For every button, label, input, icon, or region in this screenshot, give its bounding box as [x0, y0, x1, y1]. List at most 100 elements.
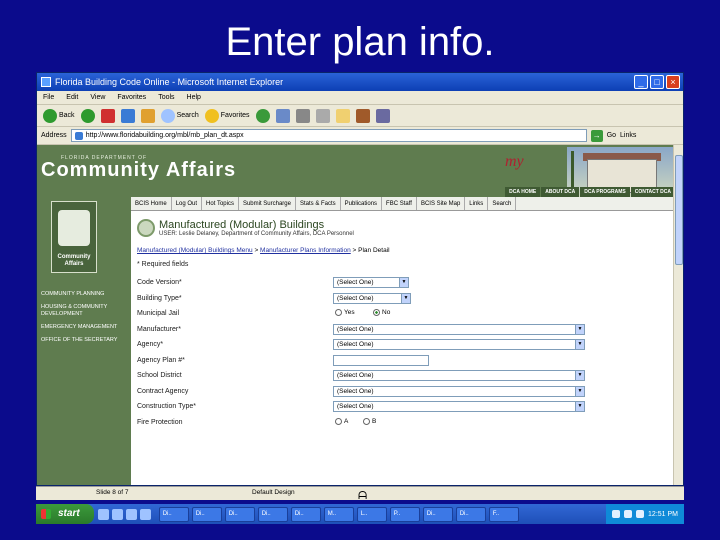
myflorida-logo[interactable]: my — [505, 153, 524, 171]
chevron-down-icon[interactable]: ▼ — [575, 340, 584, 349]
task-button[interactable]: Di.. — [290, 506, 321, 522]
fire-a-label: A — [344, 417, 349, 425]
quicklaunch-icon[interactable] — [111, 508, 123, 520]
menu-favorites[interactable]: Favorites — [117, 91, 146, 104]
agency-select[interactable]: (Select One) ▼ — [333, 339, 585, 350]
history-icon[interactable] — [255, 108, 270, 123]
nav-dca-home[interactable]: DCA HOME — [505, 187, 541, 197]
address-input[interactable]: http://www.floridabuilding.org/mbl/mb_pl… — [70, 129, 587, 142]
contract-agency-select[interactable]: (Select One) ▼ — [333, 385, 585, 397]
print-icon[interactable] — [295, 108, 310, 123]
task-button[interactable]: F.. — [488, 506, 519, 522]
tab-stats-facts[interactable]: Stats & Facts — [296, 197, 341, 210]
sidebar-item-emergency[interactable]: EMERGENCY MANAGEMENT — [41, 324, 129, 331]
fire-b-radio[interactable]: B — [363, 417, 376, 425]
minimize-button[interactable]: _ — [634, 75, 648, 89]
mail-icon[interactable] — [275, 108, 290, 123]
close-button[interactable]: × — [666, 75, 680, 89]
chevron-down-icon[interactable]: ▼ — [401, 293, 410, 303]
radio-icon[interactable] — [335, 417, 342, 425]
form-row: Fire Protection A B — [137, 417, 657, 433]
edit-icon[interactable] — [315, 108, 330, 123]
radio-icon[interactable] — [363, 417, 370, 425]
tab-bcis-home[interactable]: BCIS Home — [131, 197, 172, 210]
research-icon[interactable] — [355, 108, 370, 123]
refresh-icon[interactable] — [120, 108, 135, 123]
tab-publications[interactable]: Publications — [341, 197, 383, 210]
sidebar-item-secretary[interactable]: OFFICE OF THE SECRETARY — [41, 337, 129, 344]
chevron-down-icon[interactable]: ▼ — [575, 402, 584, 411]
page-title: Manufactured (Modular) Buildings — [159, 219, 325, 231]
task-button[interactable]: P.. — [389, 506, 420, 522]
task-button[interactable]: Di.. — [455, 506, 486, 522]
quicklaunch-icon[interactable] — [139, 508, 151, 520]
task-button[interactable]: M.. — [323, 506, 354, 522]
chevron-down-icon[interactable]: ▼ — [399, 278, 408, 287]
menu-file[interactable]: File — [43, 91, 54, 104]
jail-yes-radio[interactable]: Yes — [335, 309, 355, 316]
task-button[interactable]: Di.. — [191, 506, 222, 522]
building-type-select[interactable]: (Select One) ▼ — [333, 292, 411, 304]
task-button[interactable]: Di.. — [422, 506, 453, 522]
back-button[interactable]: Back — [43, 108, 75, 123]
code-version-select[interactable]: (Select One) ▼ — [333, 277, 409, 288]
forward-arrow-icon[interactable] — [80, 108, 95, 123]
radio-icon[interactable] — [335, 309, 342, 316]
crumb-menu-link[interactable]: Manufactured (Modular) Buildings Menu — [137, 247, 253, 254]
chevron-down-icon[interactable]: ▼ — [575, 324, 584, 334]
vertical-scrollbar[interactable] — [673, 145, 683, 485]
back-arrow-icon — [43, 108, 57, 123]
menu-help[interactable]: Help — [187, 91, 201, 104]
tab-site-map[interactable]: BCIS Site Map — [417, 197, 466, 210]
menu-tools[interactable]: Tools — [158, 91, 174, 104]
window-title: Florida Building Code Online - Microsoft… — [55, 77, 284, 87]
form-row: Construction Type* (Select One) ▼ — [137, 401, 657, 417]
tray-icon[interactable] — [636, 510, 645, 518]
task-button[interactable]: Di.. — [158, 506, 189, 522]
maximize-button[interactable]: □ — [650, 75, 664, 89]
chevron-down-icon[interactable]: ▼ — [575, 386, 584, 396]
tab-search[interactable]: Search — [488, 197, 517, 210]
tray-icon[interactable] — [612, 510, 621, 518]
messenger-icon[interactable] — [375, 108, 390, 123]
quicklaunch-icon[interactable] — [125, 508, 137, 520]
tab-fbc-staff[interactable]: FBC Staff — [382, 197, 417, 210]
tab-submit-surcharge[interactable]: Submit Surcharge — [239, 197, 296, 210]
home-icon[interactable] — [140, 108, 155, 123]
radio-checked-icon[interactable] — [373, 309, 380, 316]
nav-dca-programs[interactable]: DCA PROGRAMS — [580, 187, 630, 197]
task-button[interactable]: L.. — [356, 506, 387, 522]
go-arrow-icon[interactable]: → — [590, 129, 603, 142]
stop-icon[interactable] — [100, 108, 115, 123]
task-button[interactable]: Di.. — [224, 506, 255, 522]
nav-contact-dca[interactable]: CONTACT DCA — [630, 187, 675, 197]
chevron-down-icon[interactable]: ▼ — [575, 371, 584, 380]
fire-a-radio[interactable]: A — [335, 417, 349, 425]
construction-type-select[interactable]: (Select One) ▼ — [333, 401, 585, 412]
tab-links[interactable]: Links — [465, 197, 489, 210]
jail-no-radio[interactable]: No — [373, 309, 390, 316]
search-button[interactable]: Search — [160, 108, 199, 123]
start-button[interactable]: start — [36, 504, 94, 524]
sidebar-item-community-planning[interactable]: COMMUNITY PLANNING — [41, 291, 129, 298]
task-button[interactable]: Di.. — [257, 506, 288, 522]
links-button[interactable]: Links — [620, 132, 636, 139]
quicklaunch-icon[interactable] — [97, 508, 109, 520]
manufacturer-select[interactable]: (Select One) ▼ — [333, 323, 585, 335]
favorites-button[interactable]: Favorites — [204, 108, 250, 123]
tray-icon[interactable] — [624, 510, 633, 518]
crumb-plans-link[interactable]: Manufacturer Plans Information — [260, 247, 351, 254]
tab-log-out[interactable]: Log Out — [172, 197, 203, 210]
school-district-select[interactable]: (Select One) ▼ — [333, 370, 585, 381]
agency-plan-input[interactable] — [333, 354, 429, 366]
plan-form: Code Version* (Select One) ▼ Building Typ… — [137, 277, 657, 432]
menu-view[interactable]: View — [90, 91, 105, 104]
go-button[interactable]: Go — [607, 132, 616, 139]
nav-about-dca[interactable]: ABOUT DCA — [541, 187, 580, 197]
sidebar-item-housing[interactable]: HOUSING & COMMUNITY DEVELOPMENT — [41, 304, 129, 318]
folder-icon[interactable] — [335, 108, 350, 123]
menu-edit[interactable]: Edit — [66, 91, 78, 104]
scroll-thumb[interactable] — [675, 155, 683, 265]
tab-hot-topics[interactable]: Hot Topics — [202, 197, 239, 210]
agency-value: (Select One) — [337, 341, 374, 348]
